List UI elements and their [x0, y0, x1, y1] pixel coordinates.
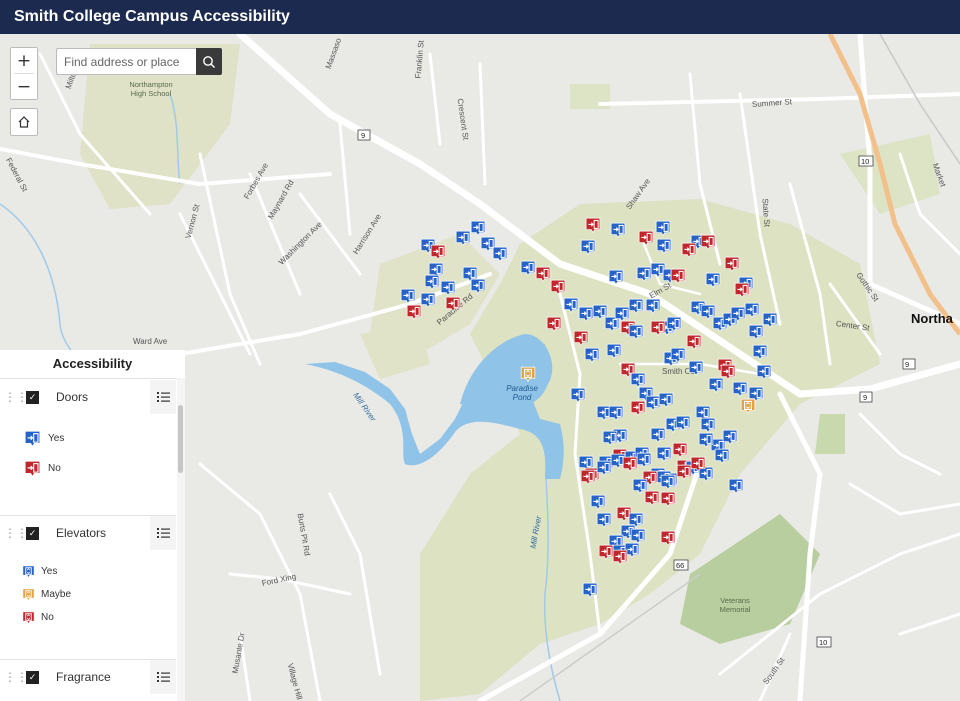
school-label: Northampton High School	[129, 80, 173, 98]
home-icon	[18, 116, 30, 128]
layer-name: Elevators	[56, 526, 107, 540]
legend-item-label: Yes	[48, 433, 65, 444]
list-icon	[156, 672, 170, 682]
elevator-no-icon	[22, 611, 35, 624]
legend-panel: Accessibility ⋮⋮ ✓ Doors Yes No ⋮⋮ ✓ Ele…	[0, 350, 185, 701]
elevator-maybe-icon	[22, 588, 35, 601]
drag-handle-icon[interactable]: ⋮⋮	[4, 527, 28, 539]
app-header: Smith College Campus Accessibility	[0, 0, 960, 34]
legend-item-label: Maybe	[41, 589, 72, 600]
zoom-in-button[interactable]: +	[11, 48, 37, 73]
drag-handle-icon[interactable]: ⋮⋮	[4, 391, 28, 403]
layer-list-button[interactable]	[150, 516, 176, 550]
legend-item-doors-no: No	[24, 460, 61, 477]
layer-checkbox[interactable]: ✓	[26, 670, 39, 684]
legend-item-elevators-yes: Yes	[22, 565, 57, 578]
route-10-shield: 10	[861, 157, 870, 166]
route-10-shield: 10	[819, 638, 828, 647]
park-small	[815, 414, 845, 454]
search-icon	[203, 55, 215, 68]
layer-fragrance: ⋮⋮ ✓ Fragrance	[0, 660, 176, 694]
route-66-shield: 66	[676, 561, 685, 570]
app-title: Smith College Campus Accessibility	[14, 8, 290, 25]
home-button[interactable]	[10, 108, 38, 136]
street-label: State St	[760, 198, 772, 228]
legend-item-label: No	[41, 612, 54, 623]
memorial-label: Veterans Memorial	[719, 596, 751, 614]
legend-item-label: No	[48, 463, 61, 474]
door-yes-icon	[24, 430, 41, 447]
legend-scrollbar-thumb[interactable]	[178, 405, 183, 473]
search-widget	[56, 48, 222, 75]
route-9-shield: 9	[905, 360, 910, 369]
route-9-shield: 9	[361, 131, 366, 140]
list-icon	[156, 528, 170, 538]
zoom-control: + −	[10, 47, 38, 100]
street-label: Ward Ave	[133, 337, 168, 346]
zoom-out-button[interactable]: −	[11, 74, 37, 99]
layer-list-button[interactable]	[150, 660, 176, 694]
layer-checkbox[interactable]: ✓	[26, 390, 39, 404]
legend-title: Accessibility	[0, 350, 185, 379]
drag-handle-icon[interactable]: ⋮⋮	[4, 671, 28, 683]
door-no-icon	[24, 460, 41, 477]
search-input[interactable]	[56, 48, 196, 75]
layer-checkbox[interactable]: ✓	[26, 526, 39, 540]
pond-label: Paradise Pond	[506, 384, 538, 402]
list-icon	[156, 392, 170, 402]
search-button[interactable]	[196, 48, 222, 75]
layer-doors: ⋮⋮ ✓ Doors	[0, 380, 176, 414]
layer-elevators: ⋮⋮ ✓ Elevators	[0, 516, 176, 550]
layer-name: Doors	[56, 390, 89, 404]
town-label: Northa	[911, 311, 953, 326]
layer-list-button[interactable]	[150, 380, 176, 414]
route-9-shield: 9	[863, 393, 868, 402]
elevator-yes-icon	[22, 565, 35, 578]
legend-item-elevators-maybe: Maybe	[22, 588, 71, 601]
legend-item-label: Yes	[41, 566, 58, 577]
layer-name: Fragrance	[56, 670, 111, 684]
legend-item-elevators-no: No	[22, 611, 54, 624]
legend-item-doors-yes: Yes	[24, 430, 64, 447]
